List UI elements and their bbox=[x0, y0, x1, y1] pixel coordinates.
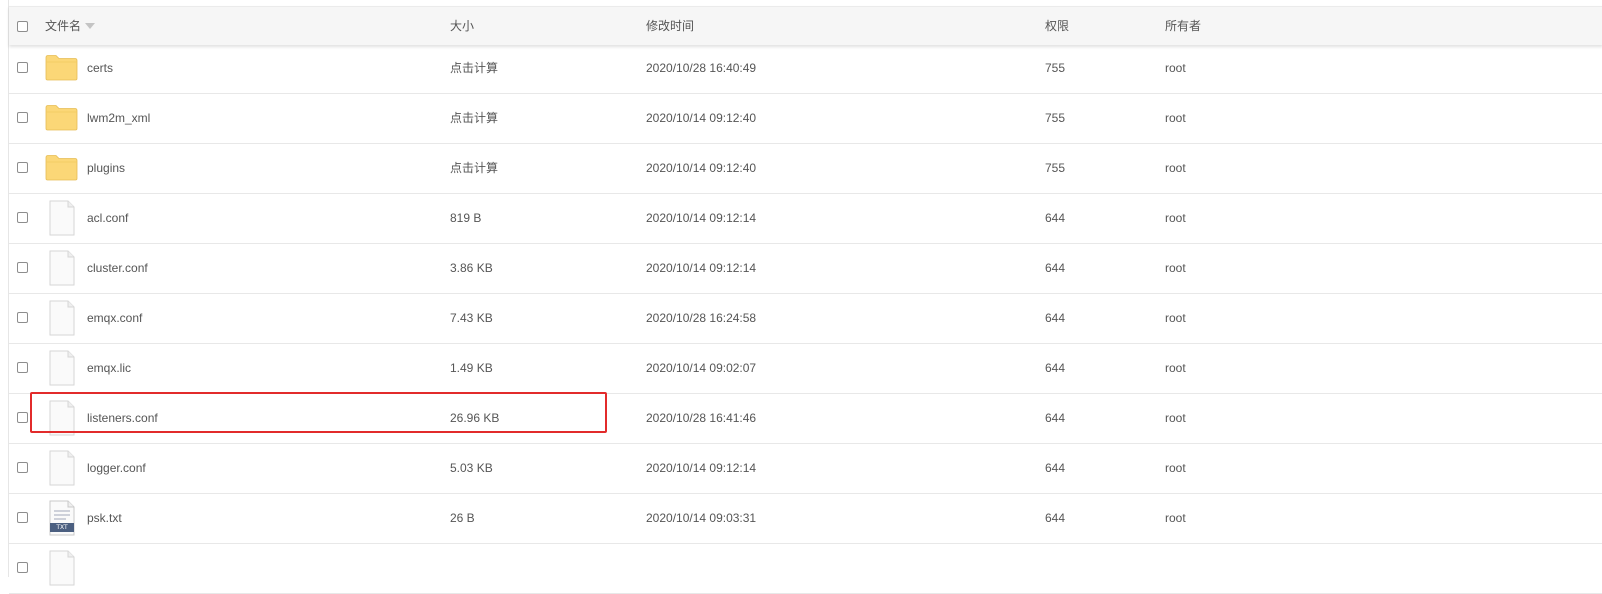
file-icon[interactable] bbox=[49, 350, 75, 386]
table-row[interactable] bbox=[9, 544, 1602, 594]
folder-icon[interactable] bbox=[45, 54, 78, 81]
owner[interactable]: root bbox=[1165, 94, 1186, 143]
file-icon[interactable] bbox=[49, 200, 75, 236]
permission[interactable]: 755 bbox=[1045, 144, 1065, 193]
owner[interactable]: root bbox=[1165, 244, 1186, 293]
permission[interactable]: 644 bbox=[1045, 244, 1065, 293]
modified-time: 2020/10/14 09:12:40 bbox=[646, 161, 757, 175]
permission[interactable]: 644 bbox=[1045, 294, 1065, 343]
row-checkbox[interactable] bbox=[17, 112, 28, 123]
table-row[interactable]: acl.conf 819 B 2020/10/14 09:12:14 644 root bbox=[9, 194, 1602, 244]
owner[interactable]: root bbox=[1165, 294, 1186, 343]
table-row[interactable]: emqx.conf 7.43 KB 2020/10/28 16:24:58 644 ro… bbox=[9, 294, 1602, 344]
table-row[interactable]: lwm2m_xml 点击计算 2020/10/14 09:12:40 755 root bbox=[9, 94, 1602, 144]
modified-time: 2020/10/14 09:02:07 bbox=[646, 361, 757, 375]
owner[interactable]: root bbox=[1165, 444, 1186, 493]
row-checkbox[interactable] bbox=[17, 512, 28, 523]
file-name[interactable]: emqx.conf bbox=[87, 294, 142, 343]
folder-icon[interactable] bbox=[45, 104, 78, 131]
file-size: 3.86 KB bbox=[450, 261, 493, 275]
owner[interactable]: root bbox=[1165, 344, 1186, 393]
file-rows: certs 点击计算 2020/10/28 16:40:49 755 root lwm2m… bbox=[9, 44, 1602, 594]
table-row[interactable]: cluster.conf 3.86 KB 2020/10/14 09:12:14 64… bbox=[9, 244, 1602, 294]
file-size: 819 B bbox=[450, 211, 482, 225]
file-icon[interactable] bbox=[49, 300, 75, 336]
modified-time: 2020/10/28 16:41:46 bbox=[646, 411, 757, 425]
owner[interactable]: root bbox=[1165, 494, 1186, 543]
file-name[interactable]: logger.conf bbox=[87, 444, 146, 493]
permission[interactable]: 644 bbox=[1045, 444, 1065, 493]
row-checkbox[interactable] bbox=[17, 312, 28, 323]
file-list-panel: 文件名 大小 修改时间 权限 所有者 certs 点击计算 2020/10/28 1… bbox=[8, 0, 1602, 594]
folder-icon[interactable] bbox=[45, 154, 78, 181]
permission[interactable]: 644 bbox=[1045, 494, 1065, 543]
file-icon[interactable] bbox=[49, 250, 75, 286]
sort-caret-icon[interactable] bbox=[85, 22, 96, 29]
modified-time: 2020/10/14 09:12:40 bbox=[646, 111, 757, 125]
column-header-name-label: 文件名 bbox=[45, 19, 82, 33]
owner[interactable]: root bbox=[1165, 44, 1186, 93]
modified-time: 2020/10/28 16:24:58 bbox=[646, 311, 757, 325]
txt-file-icon[interactable]: TXT bbox=[49, 500, 75, 536]
permission[interactable]: 644 bbox=[1045, 194, 1065, 243]
table-header: 文件名 大小 修改时间 权限 所有者 bbox=[9, 6, 1602, 45]
row-checkbox[interactable] bbox=[17, 262, 28, 273]
row-checkbox[interactable] bbox=[17, 162, 28, 173]
file-name[interactable]: acl.conf bbox=[87, 194, 128, 243]
permission[interactable]: 755 bbox=[1045, 94, 1065, 143]
txt-icon-label: TXT bbox=[56, 524, 68, 531]
file-size: 1.49 KB bbox=[450, 361, 493, 375]
table-row[interactable]: TXT psk.txt 26 B 2020/10/14 09:03:31 644 root bbox=[9, 494, 1602, 544]
calculate-size-link[interactable]: 点击计算 bbox=[450, 94, 498, 143]
file-name[interactable]: cluster.conf bbox=[87, 244, 148, 293]
owner[interactable]: root bbox=[1165, 194, 1186, 243]
modified-time: 2020/10/14 09:03:31 bbox=[646, 511, 757, 525]
file-size: 26 B bbox=[450, 511, 475, 525]
calculate-size-link[interactable]: 点击计算 bbox=[450, 144, 498, 193]
highlight-box bbox=[30, 392, 607, 433]
permission[interactable]: 755 bbox=[1045, 44, 1065, 93]
owner[interactable]: root bbox=[1165, 144, 1186, 193]
table-row[interactable]: emqx.lic 1.49 KB 2020/10/14 09:02:07 644 roo… bbox=[9, 344, 1602, 394]
column-header-owner[interactable]: 所有者 bbox=[1165, 7, 1201, 45]
modified-time: 2020/10/14 09:12:14 bbox=[646, 261, 757, 275]
file-size: 5.03 KB bbox=[450, 461, 493, 475]
file-size: 7.43 KB bbox=[450, 311, 493, 325]
table-row[interactable]: logger.conf 5.03 KB 2020/10/14 09:12:14 644… bbox=[9, 444, 1602, 494]
row-checkbox[interactable] bbox=[17, 362, 28, 373]
file-name[interactable]: certs bbox=[87, 44, 113, 93]
permission[interactable]: 644 bbox=[1045, 344, 1065, 393]
file-name[interactable]: plugins bbox=[87, 144, 125, 193]
column-header-modified[interactable]: 修改时间 bbox=[646, 7, 694, 45]
file-name[interactable]: psk.txt bbox=[87, 494, 122, 543]
modified-time: 2020/10/14 09:12:14 bbox=[646, 461, 757, 475]
table-row[interactable]: certs 点击计算 2020/10/28 16:40:49 755 root bbox=[9, 44, 1602, 94]
calculate-size-link[interactable]: 点击计算 bbox=[450, 44, 498, 93]
row-checkbox[interactable] bbox=[17, 562, 28, 573]
file-name[interactable]: emqx.lic bbox=[87, 344, 131, 393]
row-checkbox[interactable] bbox=[17, 212, 28, 223]
row-checkbox[interactable] bbox=[17, 62, 28, 73]
select-all-checkbox[interactable] bbox=[17, 21, 28, 32]
modified-time: 2020/10/28 16:40:49 bbox=[646, 61, 757, 75]
file-name[interactable]: lwm2m_xml bbox=[87, 94, 150, 143]
column-header-name[interactable]: 文件名 bbox=[45, 7, 96, 45]
column-header-size[interactable]: 大小 bbox=[450, 7, 474, 45]
row-checkbox[interactable] bbox=[17, 412, 28, 423]
modified-time: 2020/10/14 09:12:14 bbox=[646, 211, 757, 225]
permission[interactable]: 644 bbox=[1045, 394, 1065, 443]
owner[interactable]: root bbox=[1165, 394, 1186, 443]
file-icon[interactable] bbox=[49, 550, 75, 586]
table-row[interactable]: plugins 点击计算 2020/10/14 09:12:40 755 root bbox=[9, 144, 1602, 194]
file-icon[interactable] bbox=[49, 450, 75, 486]
row-checkbox[interactable] bbox=[17, 462, 28, 473]
column-header-permission[interactable]: 权限 bbox=[1045, 7, 1069, 45]
